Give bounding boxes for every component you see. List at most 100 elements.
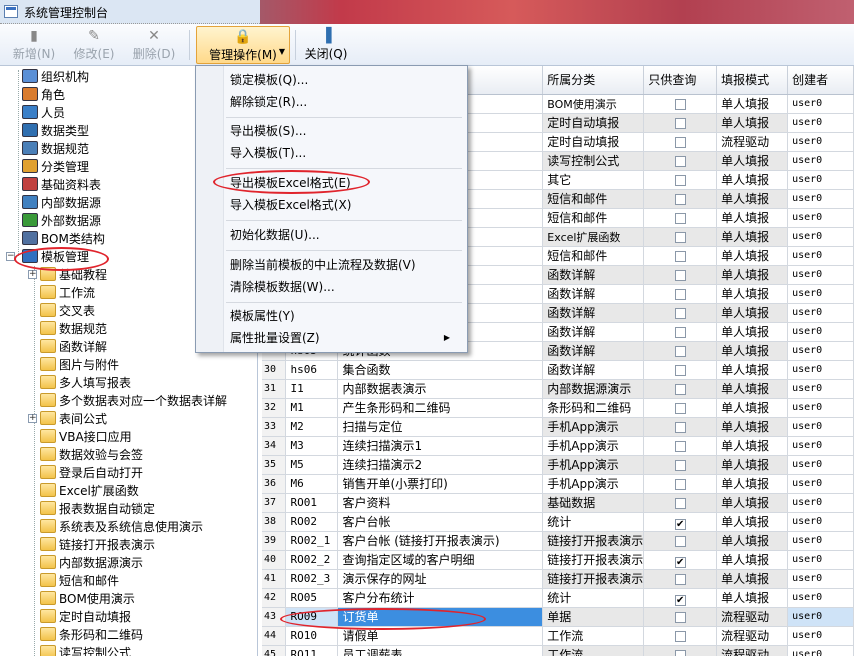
menu-item-template-properties[interactable]: 模板属性(Y) <box>230 306 295 326</box>
cell-creator[interactable]: user0 <box>787 113 854 133</box>
cell-fill-mode[interactable]: 流程驱动 <box>716 626 789 646</box>
cell-code[interactable]: hs06 <box>285 360 339 380</box>
cell-query-only[interactable] <box>643 151 718 171</box>
cell-query-only[interactable] <box>643 303 718 323</box>
cell-code[interactable]: M3 <box>285 436 339 456</box>
cell-creator[interactable]: user0 <box>787 303 854 323</box>
row-number[interactable]: 33 <box>262 417 287 437</box>
row-number[interactable]: 41 <box>262 569 287 589</box>
table-row[interactable]: 34 M3 连续扫描演示1 手机App演示 单人填报 user0 <box>262 436 854 456</box>
tree-child-item[interactable]: 内部数据源演示 <box>40 554 143 572</box>
query-only-checkbox[interactable] <box>674 630 686 642</box>
cell-creator[interactable]: user0 <box>787 455 854 475</box>
query-only-checkbox[interactable] <box>674 250 686 262</box>
cell-fill-mode[interactable]: 单人填报 <box>716 322 789 342</box>
cell-creator[interactable]: user0 <box>787 417 854 437</box>
cell-category[interactable]: 其它 <box>542 170 645 190</box>
cell-creator[interactable]: user0 <box>787 645 854 656</box>
query-only-checkbox[interactable] <box>674 573 686 585</box>
cell-fill-mode[interactable]: 单人填报 <box>716 341 789 361</box>
query-only-checkbox[interactable] <box>674 231 686 243</box>
cell-fill-mode[interactable]: 单人填报 <box>716 113 789 133</box>
menu-item-batch-properties[interactable]: 属性批量设置(Z) ▶ <box>230 328 460 348</box>
query-only-checkbox[interactable] <box>674 402 686 414</box>
cell-creator[interactable]: user0 <box>787 189 854 209</box>
query-only-checkbox[interactable] <box>674 459 686 471</box>
query-only-checkbox[interactable] <box>674 193 686 205</box>
query-only-checkbox[interactable] <box>674 345 686 357</box>
tree-child-item[interactable]: VBA接口应用 <box>40 428 132 446</box>
cell-fill-mode[interactable]: 单人填报 <box>716 284 789 304</box>
query-only-checkbox[interactable]: ✔ <box>674 556 686 568</box>
cell-category[interactable]: 工作流 <box>542 645 645 656</box>
cell-code[interactable]: RO10 <box>285 626 339 646</box>
cell-code[interactable]: RO02_2 <box>285 550 339 570</box>
cell-category[interactable]: Excel扩展函数 <box>542 227 645 247</box>
cell-fill-mode[interactable]: 单人填报 <box>716 588 789 608</box>
cell-name[interactable]: 查询指定区域的客户明细 <box>337 550 544 570</box>
cell-fill-mode[interactable]: 单人填报 <box>716 227 789 247</box>
cell-fill-mode[interactable]: 单人填报 <box>716 493 789 513</box>
cell-category[interactable]: 短信和邮件 <box>542 208 645 228</box>
tree-item[interactable]: 内部数据源 <box>22 194 101 212</box>
tree-child-item[interactable]: Excel扩展函数 <box>40 482 139 500</box>
cell-category[interactable]: 手机App演示 <box>542 417 645 437</box>
cell-query-only[interactable] <box>643 265 718 285</box>
cell-fill-mode[interactable]: 流程驱动 <box>716 645 789 656</box>
cell-name[interactable]: 连续扫描演示2 <box>337 455 544 475</box>
cell-creator[interactable]: user0 <box>787 569 854 589</box>
cell-creator[interactable]: user0 <box>787 493 854 513</box>
cell-category[interactable]: 单据 <box>542 607 645 627</box>
table-row[interactable]: 38 RO02 客户台帐 统计 ✔ 单人填报 user0 <box>262 512 854 532</box>
query-only-checkbox[interactable] <box>674 117 686 129</box>
query-only-checkbox[interactable] <box>674 307 686 319</box>
query-only-checkbox[interactable] <box>674 212 686 224</box>
tree-child-item[interactable]: 定时自动填报 <box>40 608 131 626</box>
cell-category[interactable]: 链接打开报表演示 <box>542 569 645 589</box>
tree-item[interactable]: 基础资料表 <box>22 176 101 194</box>
expand-toggle[interactable]: + <box>28 414 37 423</box>
cell-fill-mode[interactable]: 单人填报 <box>716 303 789 323</box>
cell-fill-mode[interactable]: 单人填报 <box>716 189 789 209</box>
cell-creator[interactable]: user0 <box>787 227 854 247</box>
table-row[interactable]: 43 RO09 订货单 单据 流程驱动 user0 <box>262 607 854 627</box>
cell-category[interactable]: 函数详解 <box>542 303 645 323</box>
col-header-creator[interactable]: 创建者 <box>787 66 854 95</box>
cell-category[interactable]: 基础数据 <box>542 493 645 513</box>
menu-item-import-excel[interactable]: 导入模板Excel格式(X) <box>230 195 351 215</box>
row-number[interactable]: 34 <box>262 436 287 456</box>
query-only-checkbox[interactable] <box>674 649 686 656</box>
cell-query-only[interactable] <box>643 227 718 247</box>
cell-name[interactable]: 客户台帐 (链接打开报表演示) <box>337 531 544 551</box>
new-button[interactable]: ▮ 新增(N) <box>8 26 60 64</box>
cell-fill-mode[interactable]: 单人填报 <box>716 398 789 418</box>
cell-query-only[interactable] <box>643 455 718 475</box>
cell-creator[interactable]: user0 <box>787 170 854 190</box>
cell-creator[interactable]: user0 <box>787 132 854 152</box>
cell-category[interactable]: 短信和邮件 <box>542 189 645 209</box>
tree-item[interactable]: BOM类结构 <box>22 230 105 248</box>
cell-creator[interactable]: user0 <box>787 341 854 361</box>
cell-fill-mode[interactable]: 单人填报 <box>716 550 789 570</box>
cell-category[interactable]: 函数详解 <box>542 265 645 285</box>
table-row[interactable]: 42 RO05 客户分布统计 统计 ✔ 单人填报 user0 <box>262 588 854 608</box>
tree-child-item[interactable]: 基础教程 <box>40 266 107 284</box>
row-number[interactable]: 31 <box>262 379 287 399</box>
cell-fill-mode[interactable]: 单人填报 <box>716 455 789 475</box>
query-only-checkbox[interactable] <box>674 497 686 509</box>
table-row[interactable]: 39 RO02_1 客户台帐 (链接打开报表演示) 链接打开报表演示 单人填报 user0 <box>262 531 854 551</box>
cell-query-only[interactable]: ✔ <box>643 588 718 608</box>
delete-button[interactable]: ✕ 删除(D) <box>128 26 180 64</box>
row-number[interactable]: 37 <box>262 493 287 513</box>
query-only-checkbox[interactable] <box>674 421 686 433</box>
cell-fill-mode[interactable]: 单人填报 <box>716 208 789 228</box>
menu-item-unlock-template[interactable]: 解除锁定(R)... <box>230 92 307 112</box>
cell-query-only[interactable] <box>643 189 718 209</box>
cell-query-only[interactable] <box>643 626 718 646</box>
query-only-checkbox[interactable] <box>674 364 686 376</box>
expand-toggle[interactable]: + <box>28 270 37 279</box>
cell-category[interactable]: 链接打开报表演示 <box>542 550 645 570</box>
table-row[interactable]: 31 I1 内部数据表演示 内部数据源演示 单人填报 user0 <box>262 379 854 399</box>
cell-query-only[interactable] <box>643 379 718 399</box>
cell-code[interactable]: M2 <box>285 417 339 437</box>
